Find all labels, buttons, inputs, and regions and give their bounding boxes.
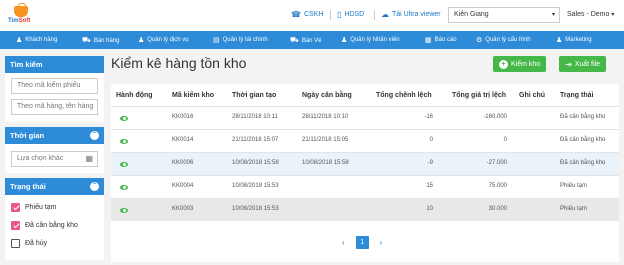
main-nav: ♟ Khách hàng ⛟ Bán hàng ♟ Quản lý dịch vụ ▤… bbox=[0, 31, 624, 49]
search-item-input[interactable]: Theo mã hàng, tên hàng bbox=[11, 99, 98, 115]
caret-down-icon: ▾ bbox=[611, 12, 615, 18]
eye-icon[interactable] bbox=[120, 116, 128, 121]
status-draft-checkbox[interactable]: Phiếu tạm bbox=[11, 198, 98, 216]
user-menu[interactable]: Sales - Demo ▾ bbox=[567, 11, 614, 18]
report-icon: ▦ bbox=[425, 37, 432, 44]
nav-sales[interactable]: ⛟ Bán hàng bbox=[82, 36, 120, 45]
table-row[interactable]: KK0006 10/08/2018 15:58 10/08/2018 15:58… bbox=[111, 152, 619, 175]
users-icon: ♟ bbox=[16, 37, 23, 44]
nav-tickets[interactable]: ⛟ Bán Vé bbox=[290, 36, 322, 45]
col-header-code: Mã kiểm kho bbox=[172, 92, 215, 99]
checkbox-checked-icon bbox=[11, 220, 20, 230]
table-row[interactable]: KK0016 28/11/2018 10:11 28/11/2018 10:10… bbox=[111, 106, 619, 129]
time-panel-title: Thời gian bbox=[10, 131, 45, 140]
col-header-balanced: Ngày cân bằng bbox=[302, 92, 352, 99]
chevron-up-icon[interactable]: ⌃ bbox=[90, 182, 99, 191]
hdsd-link[interactable]: ▯ HDSD bbox=[337, 10, 364, 19]
prev-page-button[interactable]: ‹ bbox=[342, 238, 345, 247]
eye-icon[interactable] bbox=[120, 139, 128, 144]
status-cancelled-checkbox[interactable]: Đã hủy bbox=[11, 234, 98, 252]
checkbox-checked-icon bbox=[11, 202, 20, 212]
stock-check-table: Hành động Mã kiểm kho Thời gian tạo Ngày… bbox=[111, 84, 619, 262]
col-header-total-diff: Tổng chênh lệch bbox=[376, 92, 432, 99]
page-title: Kiểm kê hàng tồn kho bbox=[111, 55, 247, 71]
nav-settings[interactable]: ⚙ Quản lý cấu hình bbox=[476, 36, 531, 44]
cart-icon: ⛟ bbox=[82, 37, 91, 44]
filter-sidebar: Tìm kiếm Theo mã kiểm phiếu Theo mã hàng… bbox=[5, 56, 104, 265]
checkbox-unchecked-icon bbox=[11, 238, 20, 248]
file-icon: ▤ bbox=[213, 37, 220, 44]
stock-check-button[interactable]: + Kiểm kho bbox=[493, 56, 547, 72]
nav-reports[interactable]: ▦ Báo cáo bbox=[425, 36, 457, 44]
cart-icon: ⛟ bbox=[290, 37, 299, 44]
book-icon: ▯ bbox=[337, 10, 342, 19]
users-icon: ♟ bbox=[341, 37, 348, 44]
col-header-note: Ghi chú bbox=[519, 92, 546, 99]
cloud-download-icon: ☁ bbox=[381, 10, 389, 19]
export-file-button[interactable]: ⇥ Xuất file bbox=[559, 56, 606, 72]
gear-icon: ⚙ bbox=[476, 37, 483, 44]
col-header-status: Trạng thái bbox=[560, 92, 594, 99]
nav-customers[interactable]: ♟ Khách hàng bbox=[16, 36, 57, 44]
col-header-action: Hành động bbox=[116, 92, 153, 99]
nav-marketing[interactable]: ♟ Marketing bbox=[556, 36, 592, 44]
status-panel: Trạng thái ⌃ Phiếu tạm Đã cân bằng kho Đã… bbox=[5, 178, 104, 260]
top-bar: TimSoft ☎ CSKH ▯ HDSD ☁ Tải Ultra viewer Ki… bbox=[0, 0, 624, 31]
page-1-button[interactable]: 1 bbox=[355, 236, 369, 249]
search-panel-title: Tìm kiếm bbox=[5, 56, 104, 73]
users-icon: ♟ bbox=[138, 37, 145, 44]
eye-icon[interactable] bbox=[120, 162, 128, 167]
eye-icon[interactable] bbox=[120, 208, 128, 213]
chevron-up-icon[interactable]: ⌃ bbox=[90, 131, 99, 140]
nav-staff[interactable]: ♟ Quản lý Nhân viên bbox=[341, 36, 400, 44]
col-header-created: Thời gian tạo bbox=[232, 92, 277, 99]
plus-icon: + bbox=[499, 59, 508, 69]
status-balanced-checkbox[interactable]: Đã cân bằng kho bbox=[11, 216, 98, 234]
calendar-icon: ▦ bbox=[85, 154, 93, 163]
table-row[interactable]: KK0014 21/11/2018 15:07 21/11/2018 15:05… bbox=[111, 129, 619, 152]
timsoft-logo[interactable]: TimSoft bbox=[6, 3, 38, 26]
eye-icon[interactable] bbox=[120, 185, 128, 190]
search-panel: Tìm kiếm Theo mã kiểm phiếu Theo mã hàng… bbox=[5, 56, 104, 122]
table-row[interactable]: KK0004 10/08/2018 15:53 15 75.000 Phiếu … bbox=[111, 175, 619, 198]
status-panel-title: Trạng thái bbox=[10, 182, 46, 191]
time-panel: Thời gian ⌃ Lựa chọn khác ▦ bbox=[5, 127, 104, 173]
nav-services[interactable]: ♟ Quản lý dịch vụ bbox=[138, 36, 189, 44]
table-row[interactable]: KK0003 10/08/2018 15:53 10 30.000 Phiếu … bbox=[111, 198, 619, 221]
search-code-input[interactable]: Theo mã kiểm phiếu bbox=[11, 78, 98, 94]
nav-finance[interactable]: ▤ Quản lý tài chính bbox=[213, 36, 268, 44]
col-header-total-value: Tổng giá trị lệch bbox=[452, 92, 507, 99]
caret-down-icon: ▾ bbox=[551, 12, 555, 18]
export-icon: ⇥ bbox=[565, 59, 572, 69]
headset-icon: ☎ bbox=[291, 10, 301, 19]
ultraviewer-download-link[interactable]: ☁ Tải Ultra viewer bbox=[381, 10, 441, 19]
pagination: ‹ 1 › bbox=[342, 236, 382, 249]
branch-select[interactable]: Kiên Giang ▾ bbox=[448, 7, 560, 23]
time-select[interactable]: Lựa chọn khác ▦ bbox=[11, 151, 98, 167]
users-icon: ♟ bbox=[556, 37, 563, 44]
cskh-link[interactable]: ☎ CSKH bbox=[291, 10, 323, 19]
next-page-button[interactable]: › bbox=[380, 238, 383, 247]
shopping-bag-icon bbox=[14, 3, 28, 17]
